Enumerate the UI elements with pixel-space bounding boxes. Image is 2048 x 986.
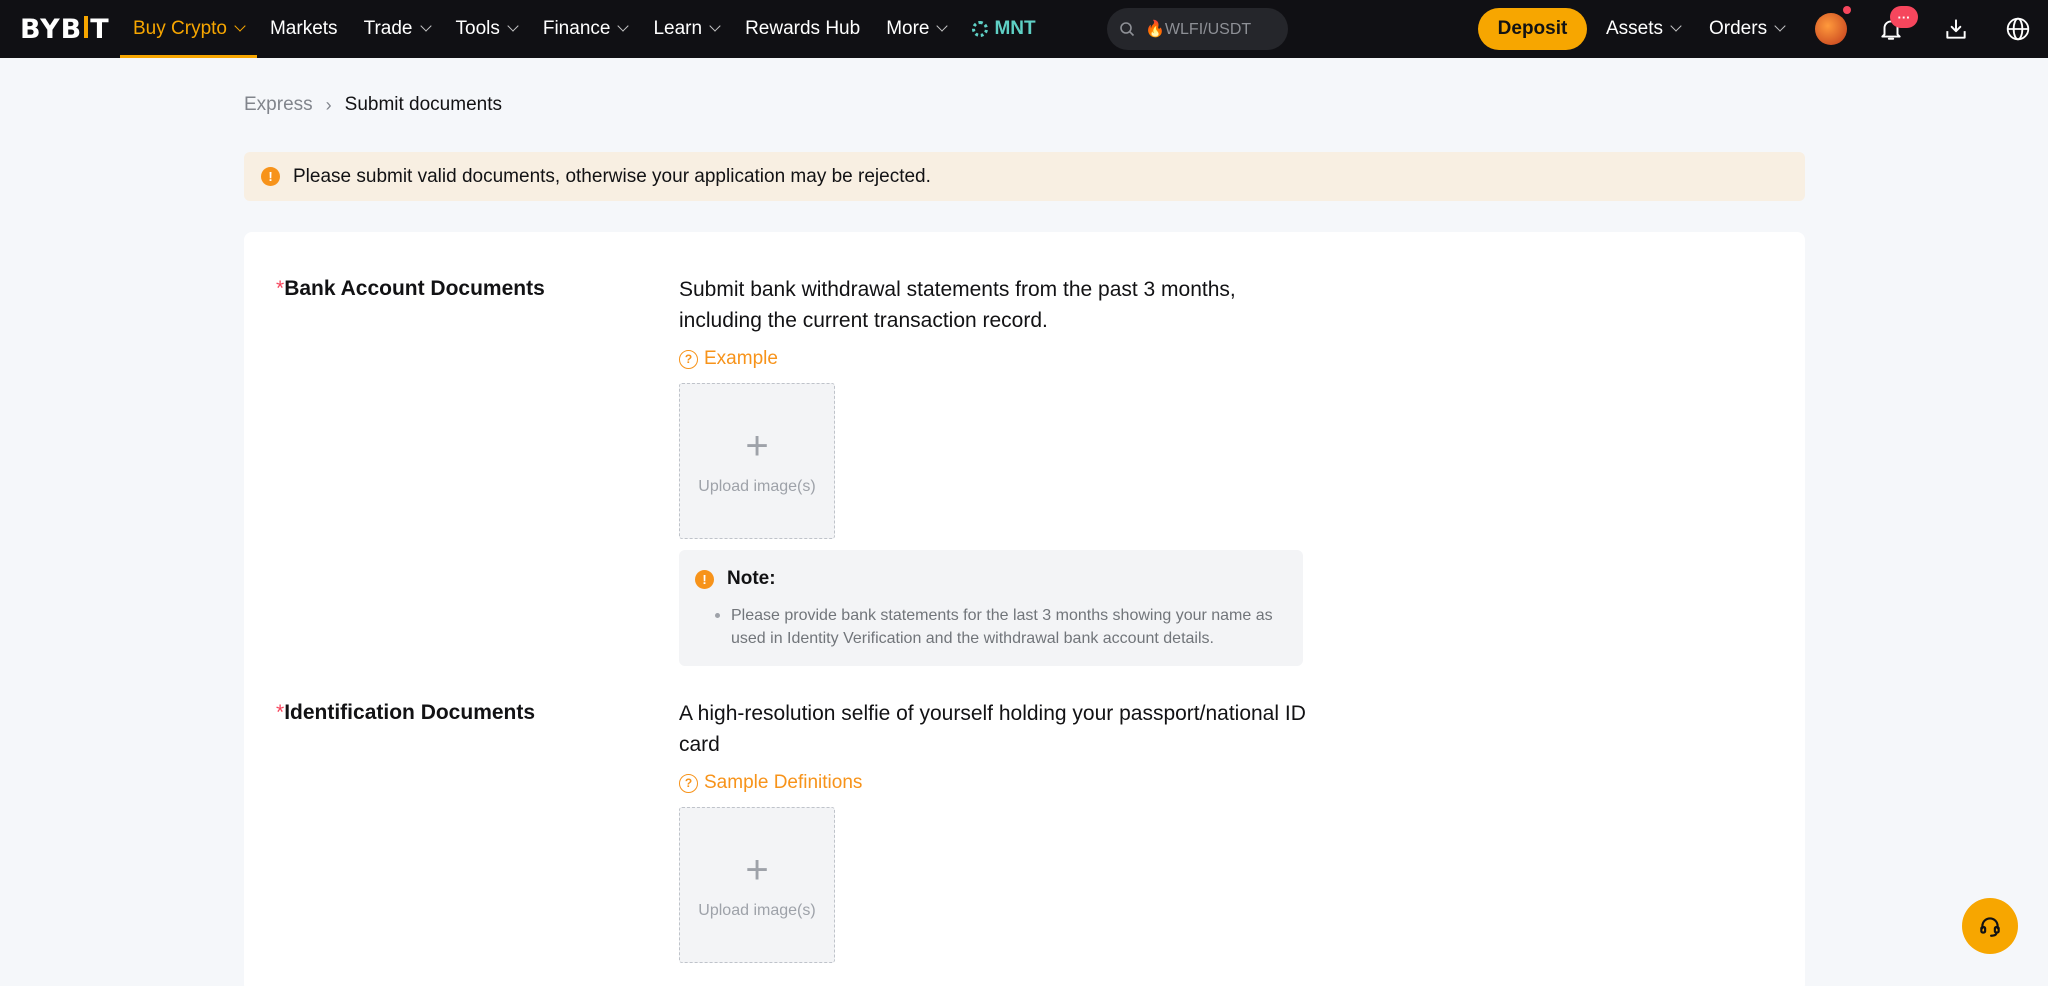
nav-markets[interactable]: Markets	[257, 0, 351, 58]
note-list: Please provide bank statements for the l…	[695, 604, 1287, 650]
plus-icon: +	[745, 848, 769, 892]
identification-section-title-text: Identification Documents	[284, 701, 536, 724]
chevron-down-icon	[617, 20, 630, 32]
nav-markets-label: Markets	[269, 18, 338, 39]
nav-orders-label: Orders	[1709, 18, 1768, 39]
nav-mnt-label: MNT	[994, 18, 1036, 39]
globe-icon	[2006, 17, 2030, 41]
notification-badge: ···	[1890, 6, 1918, 28]
chevron-down-icon	[507, 20, 519, 32]
nav-more-label: More	[886, 18, 930, 39]
identification-upload-label: Upload image(s)	[698, 902, 816, 919]
nav-finance-label: Finance	[542, 18, 611, 39]
nav-more[interactable]: More	[873, 0, 959, 58]
support-chat-button[interactable]	[1962, 898, 2018, 954]
breadcrumb-current: Submit documents	[344, 94, 502, 115]
search-icon	[1120, 22, 1135, 37]
nav-learn[interactable]: Learn	[640, 0, 732, 58]
sample-definitions-link[interactable]: ? Sample Definitions	[679, 772, 862, 794]
breadcrumb: Express › Submit documents	[244, 94, 502, 116]
mnt-icon	[972, 21, 989, 37]
chevron-down-icon	[1774, 20, 1786, 32]
chevron-down-icon	[1670, 20, 1682, 32]
nav-assets[interactable]: Assets	[1593, 0, 1693, 58]
nav-assets-label: Assets	[1606, 18, 1664, 39]
headset-icon	[1980, 917, 2000, 937]
plus-icon: +	[745, 424, 769, 468]
required-mark: *	[276, 701, 285, 724]
question-icon: ?	[679, 349, 698, 369]
bank-section-title-text: Bank Account Documents	[284, 277, 545, 300]
example-link-label: Example	[704, 348, 778, 369]
logo-text-left: BYB	[20, 13, 83, 45]
nav-tools[interactable]: Tools	[443, 0, 530, 58]
nav-rewards-hub[interactable]: Rewards Hub	[732, 0, 873, 58]
nav-tools-label: Tools	[455, 18, 500, 39]
search-text: 🔥WLFI/USDT	[1145, 21, 1252, 38]
nav-trade[interactable]: Trade	[351, 0, 443, 58]
chevron-down-icon	[709, 20, 721, 32]
warning-banner-text: Please submit valid documents, otherwise…	[293, 165, 931, 187]
download-button[interactable]	[1941, 14, 1971, 44]
note-title: ! Note:	[695, 568, 1287, 590]
list-item: Please provide bank statements for the l…	[715, 604, 1287, 650]
sample-definitions-label: Sample Definitions	[704, 772, 863, 793]
bank-note-box: ! Note: Please provide bank statements fo…	[679, 550, 1303, 666]
nav-buy-crypto-label: Buy Crypto	[133, 18, 227, 39]
nav-trade-label: Trade	[363, 18, 413, 39]
warning-icon: !	[695, 569, 714, 589]
question-icon: ?	[679, 773, 698, 793]
logo-text-right: T	[90, 13, 110, 45]
nav-learn-label: Learn	[653, 18, 703, 39]
bybit-logo[interactable]: BYB T	[20, 13, 110, 45]
nav-mnt[interactable]: MNT	[959, 0, 1048, 58]
breadcrumb-express[interactable]: Express	[244, 94, 313, 116]
chevron-down-icon	[419, 20, 432, 32]
warning-banner: ! Please submit valid documents, otherwi…	[244, 152, 1805, 201]
warning-icon: !	[261, 167, 280, 186]
deposit-button[interactable]: Deposit	[1478, 8, 1587, 50]
note-title-text: Note:	[727, 568, 776, 589]
nav-rewards-hub-label: Rewards Hub	[745, 18, 861, 39]
top-nav: BYB T Buy Crypto Markets Trade Tools Fina…	[0, 0, 2048, 58]
language-button[interactable]	[2003, 14, 2033, 44]
required-mark: *	[276, 277, 285, 300]
chevron-down-icon	[936, 20, 949, 32]
identification-upload-button[interactable]: + Upload image(s)	[679, 807, 835, 963]
nav-buy-crypto[interactable]: Buy Crypto	[120, 0, 257, 58]
bank-section-description: Submit bank withdrawal statements from t…	[679, 278, 1236, 332]
identification-section-title: *Identification Documents	[276, 701, 535, 725]
nav-orders[interactable]: Orders	[1696, 0, 1797, 58]
nav-finance[interactable]: Finance	[530, 0, 641, 58]
bank-section-title: *Bank Account Documents	[276, 277, 545, 301]
avatar-status-dot	[1843, 6, 1851, 14]
download-icon	[1946, 19, 1966, 39]
bank-upload-button[interactable]: + Upload image(s)	[679, 383, 835, 539]
identification-section-description: A high-resolution selfie of yourself hol…	[679, 702, 1306, 756]
bank-upload-label: Upload image(s)	[698, 478, 816, 495]
chevron-down-icon	[234, 20, 246, 32]
logo-bar	[84, 16, 89, 38]
search-input[interactable]: 🔥WLFI/USDT	[1107, 8, 1288, 50]
nav-menu: Buy Crypto Markets Trade Tools Finance L…	[120, 0, 1049, 58]
chevron-right-icon: ›	[325, 94, 332, 115]
avatar[interactable]	[1815, 13, 1847, 45]
example-link[interactable]: ? Example	[679, 348, 778, 370]
